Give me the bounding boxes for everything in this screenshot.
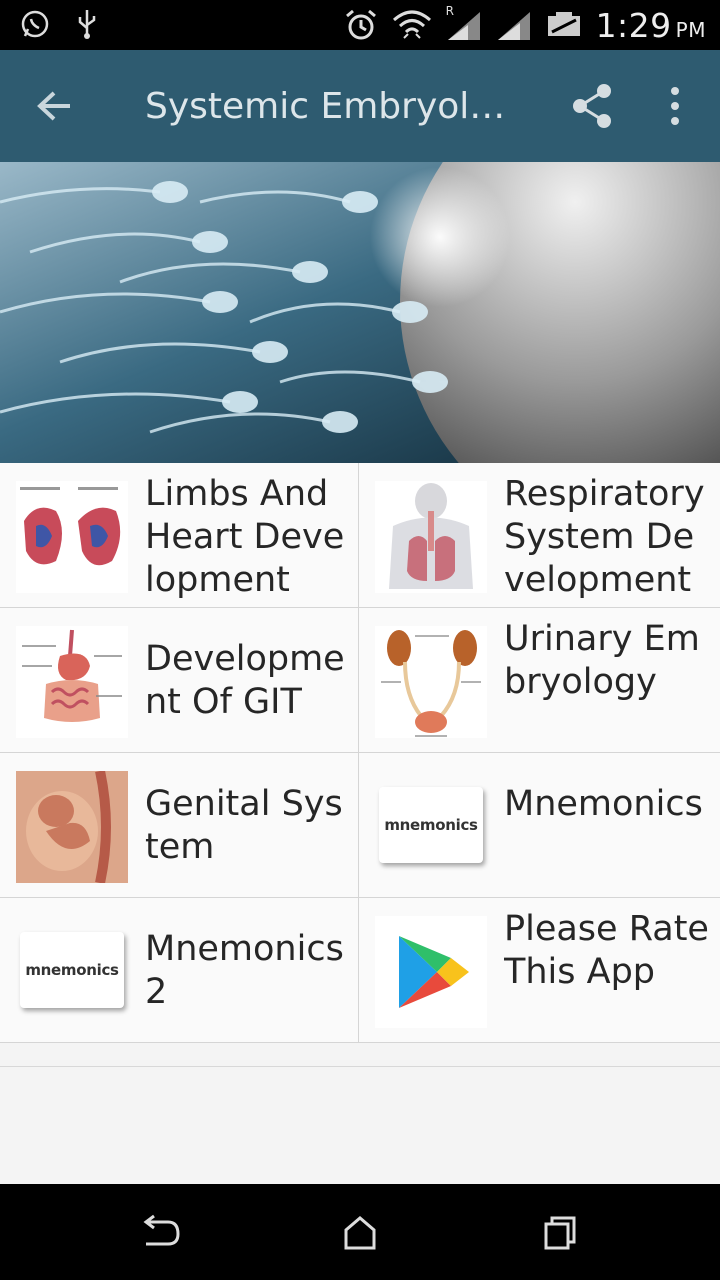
grid-item-label: Urinary Embryology: [504, 619, 700, 702]
header-banner-image: [0, 162, 720, 463]
grid-item-label: Limbs And Heart Development: [145, 474, 345, 600]
grid-item-label: Mnemonics 2: [145, 929, 344, 1012]
grid-item-mnemonics[interactable]: mnemonics Mnemonics: [359, 753, 720, 898]
battery-icon: [547, 12, 580, 36]
heart-diagram-icon: [16, 481, 128, 593]
git-diagram-icon: [16, 626, 128, 738]
fetus-image-icon: [16, 771, 128, 883]
whatsapp-icon: [21, 10, 49, 38]
alarm-icon: [345, 9, 376, 40]
clock: 1:29 PM: [595, 5, 706, 45]
urinary-diagram-icon: [375, 626, 487, 738]
more-options-icon[interactable]: [660, 82, 690, 130]
page-title: Systemic Embryology: [145, 86, 525, 127]
respiratory-diagram-icon: [375, 481, 487, 593]
divider: [0, 1066, 720, 1067]
play-store-icon: [375, 916, 487, 1028]
nav-back-icon[interactable]: [138, 1212, 182, 1252]
grid-item-urinary[interactable]: Urinary Embryology: [359, 608, 720, 753]
topics-grid: Limbs And Heart Development Respiratory …: [0, 463, 720, 1043]
back-arrow-icon[interactable]: [30, 83, 80, 129]
nav-home-icon[interactable]: [338, 1212, 382, 1252]
wifi-icon: [392, 10, 431, 39]
status-bar: R 1:29 PM: [0, 0, 720, 50]
grid-item-git[interactable]: Development Of GIT: [0, 608, 359, 753]
signal-icon-2: [497, 12, 530, 40]
grid-item-label: Genital System: [145, 784, 343, 867]
grid-item-label: Mnemonics: [504, 784, 703, 824]
grid-item-rate-app[interactable]: Please Rate This App: [359, 898, 720, 1043]
nav-recents-icon[interactable]: [538, 1212, 582, 1252]
mnemonics-logo-icon: mnemonics: [375, 771, 487, 883]
grid-item-genital[interactable]: Genital System: [0, 753, 359, 898]
mnemonics-logo-icon: mnemonics: [16, 916, 128, 1028]
grid-item-mnemonics-2[interactable]: mnemonics Mnemonics 2: [0, 898, 359, 1043]
share-icon[interactable]: [568, 82, 618, 130]
grid-item-limbs-heart[interactable]: Limbs And Heart Development: [0, 463, 359, 608]
grid-item-label: Development Of GIT: [145, 639, 345, 722]
grid-item-label: Please Rate This App: [504, 909, 709, 992]
mnemonics-logo-text: mnemonics: [20, 932, 124, 1008]
grid-item-respiratory[interactable]: Respiratory System Development: [359, 463, 720, 608]
system-navigation-bar: [0, 1184, 720, 1280]
grid-item-label: Respiratory System Development: [504, 474, 705, 600]
usb-icon: [78, 10, 96, 39]
mnemonics-logo-text: mnemonics: [379, 787, 483, 863]
app-toolbar: Systemic Embryology: [0, 50, 720, 162]
signal-icon: [447, 12, 480, 40]
